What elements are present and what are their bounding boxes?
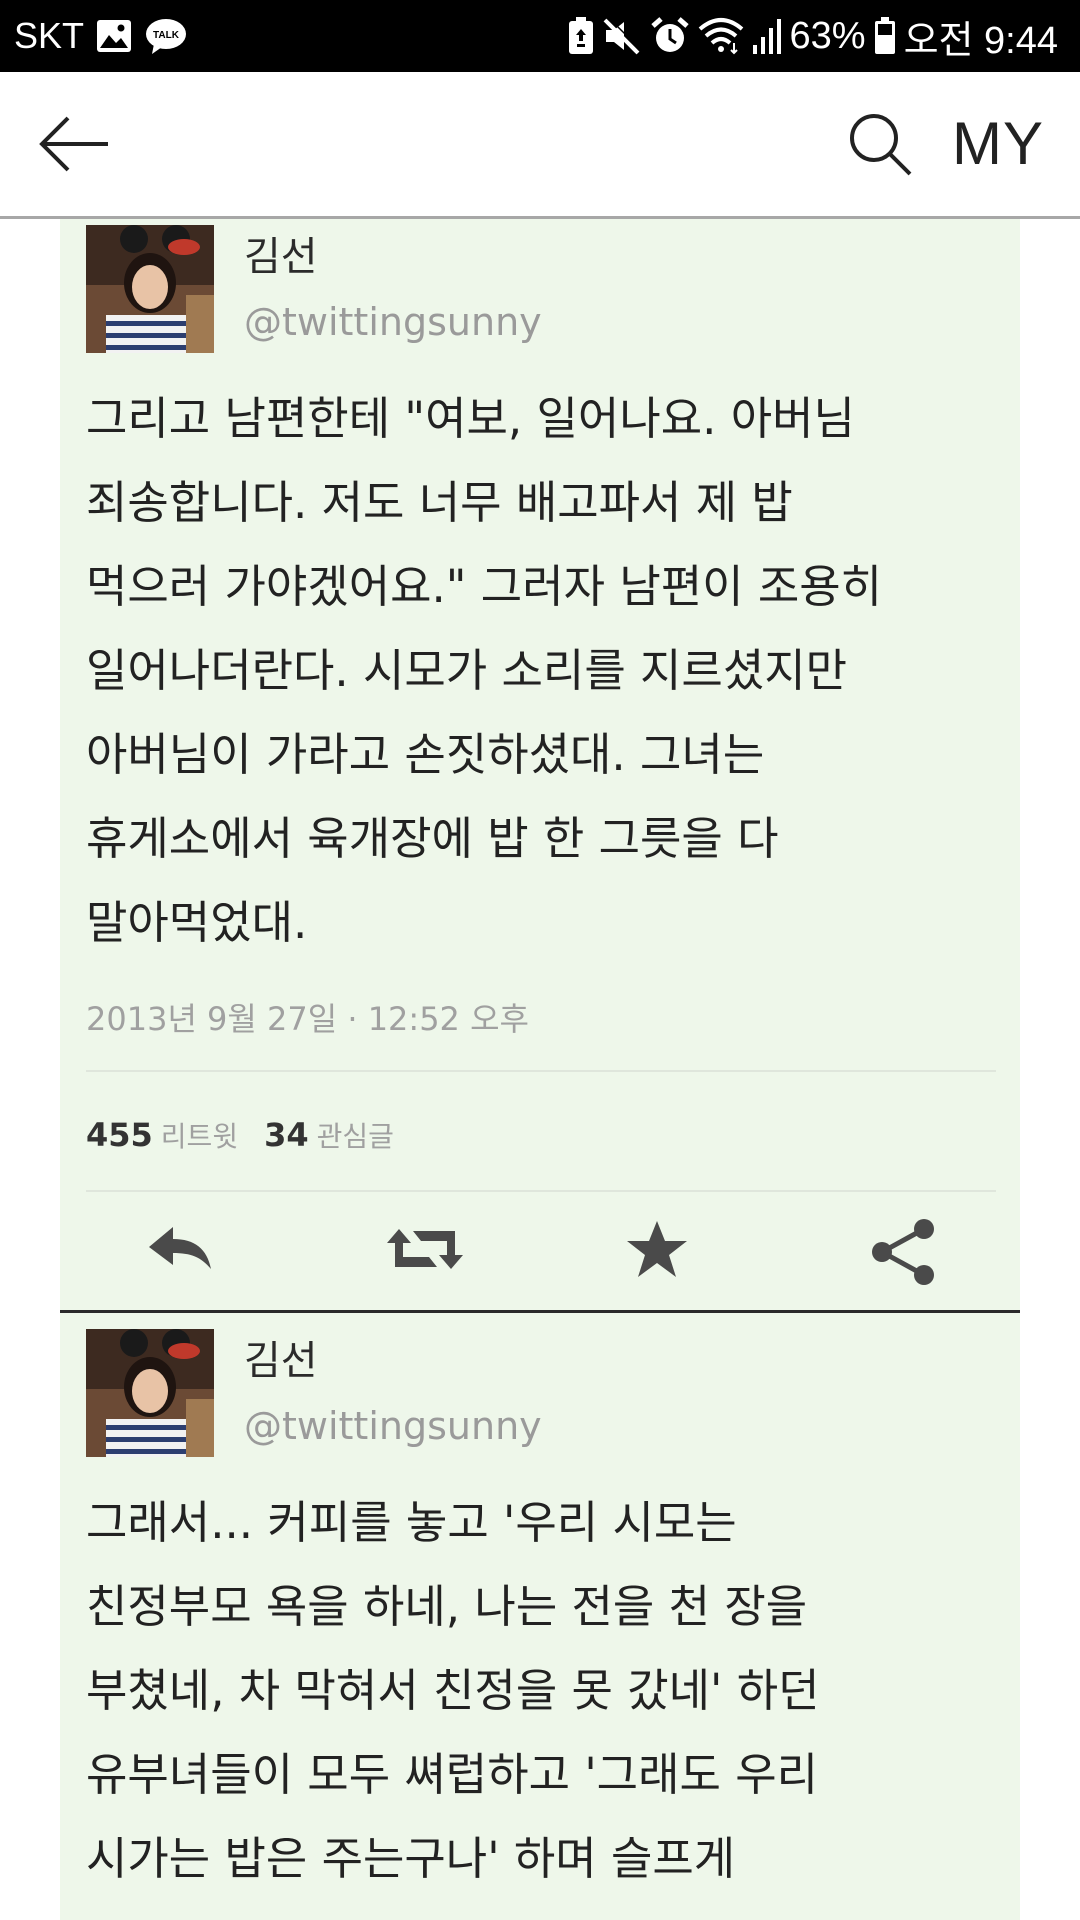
- favorite-button[interactable]: [625, 1217, 695, 1281]
- display-name: 김선: [244, 234, 318, 280]
- favorite-label: 관심글: [316, 1120, 394, 1153]
- status-left: SKT TALK: [14, 0, 188, 72]
- tweet-stats: 455 리트윗 34 관심글: [86, 1115, 420, 1155]
- retweet-label: 리트윗: [160, 1120, 239, 1153]
- status-right: 63% 오전 9:44: [568, 0, 1058, 72]
- tweet-card: 김선 @twittingsunny 그래서... 커피를 놓고 '우리 시모는 …: [60, 1313, 1020, 1920]
- search-button[interactable]: [846, 110, 914, 178]
- retweet-icon: [387, 1229, 463, 1269]
- tweet-text: 그리고 남편한테 "여보, 일어나요. 아버님 죄송합니다. 저도 너무 배고파…: [86, 392, 883, 949]
- kakaotalk-icon: TALK: [144, 16, 188, 56]
- wifi-icon: [698, 17, 744, 55]
- divider: [86, 1070, 996, 1072]
- battery-saver-icon: [568, 17, 594, 55]
- retweet-button[interactable]: [385, 1217, 463, 1281]
- tweet-text: 그래서... 커피를 놓고 '우리 시모는 친정부모 욕을 하네, 나는 전을 …: [86, 1496, 820, 1885]
- battery-percent: 63%: [789, 14, 866, 57]
- reply-icon: [149, 1227, 211, 1269]
- display-name: 김선: [244, 1338, 318, 1384]
- search-icon: [850, 114, 912, 176]
- share-icon: [872, 1219, 934, 1285]
- reply-button[interactable]: [145, 1217, 215, 1281]
- tweet-card: 김선 @twittingsunny 그리고 남편한테 "여보, 일어나요. 아버…: [60, 219, 1020, 1310]
- divider: [86, 1190, 996, 1192]
- post-content[interactable]: 김선 @twittingsunny 그리고 남편한테 "여보, 일어나요. 아버…: [0, 219, 1080, 1920]
- tweet-actions: [60, 1209, 1020, 1289]
- gallery-icon: [96, 19, 132, 53]
- mute-icon: [602, 17, 642, 55]
- favorite-count: 34: [264, 1116, 309, 1154]
- user-handle: @twittingsunny: [244, 1404, 542, 1448]
- carrier-label: SKT: [14, 15, 85, 56]
- back-button[interactable]: [36, 112, 112, 176]
- back-arrow-icon: [39, 116, 108, 172]
- alarm-icon: [650, 16, 690, 56]
- app-bar: MY: [0, 72, 1080, 216]
- clock-time: 오전 9:44: [903, 19, 1058, 62]
- avatar: [86, 225, 214, 353]
- my-button[interactable]: MY: [952, 108, 1044, 180]
- avatar: [86, 1329, 214, 1457]
- star-icon: [627, 1221, 687, 1277]
- retweet-count: 455: [86, 1116, 153, 1154]
- status-bar: SKT TALK 63% 오전 9:44: [0, 0, 1080, 72]
- signal-icon: [752, 17, 782, 55]
- svg-text:TALK: TALK: [153, 30, 180, 41]
- battery-icon: [874, 17, 896, 55]
- tweet-timestamp: 2013년 9월 27일 · 12:52 오후: [86, 1000, 529, 1038]
- user-handle: @twittingsunny: [244, 300, 542, 344]
- share-button[interactable]: [868, 1217, 938, 1285]
